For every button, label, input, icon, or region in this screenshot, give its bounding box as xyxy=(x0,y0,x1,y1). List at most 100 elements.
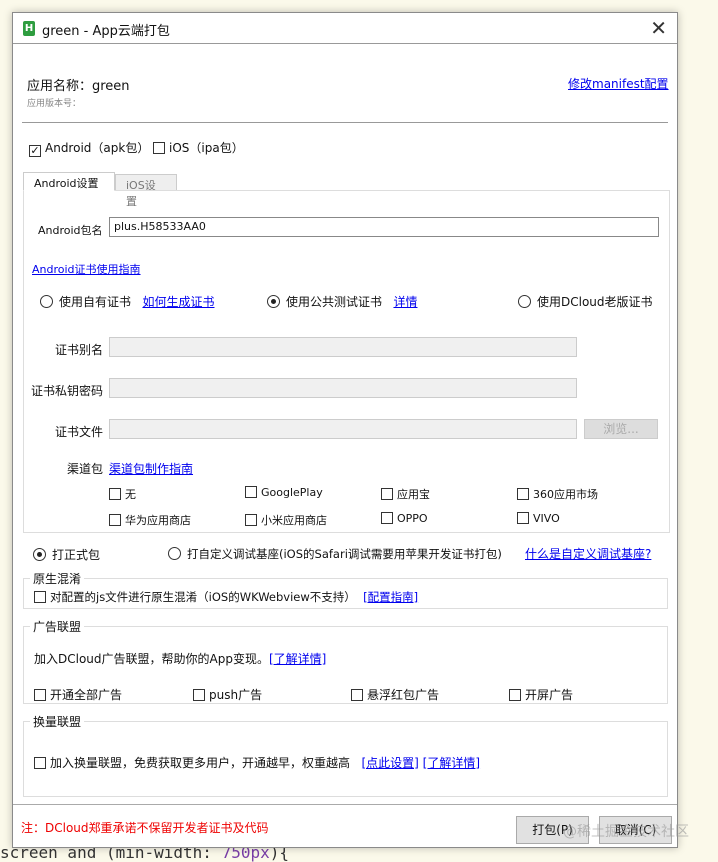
file-input[interactable] xyxy=(109,419,577,439)
alias-input[interactable] xyxy=(109,337,577,357)
channel-huawei[interactable]: 华为应用商店 xyxy=(109,512,191,528)
exchange-checkbox[interactable]: 加入换量联盟，免费获取更多用户，开通越早，权重越高 [点此设置] [了解详情] xyxy=(34,754,480,771)
checkbox-checked[interactable]: ✓ xyxy=(29,145,41,157)
channel-label: 渠道包 xyxy=(67,462,104,476)
checkbox[interactable] xyxy=(34,757,46,769)
ads-description: 加入DCloud广告联盟，帮助你的App变现。[了解详情] xyxy=(34,650,326,667)
close-icon[interactable]: ✕ xyxy=(650,16,667,40)
alias-label: 证书别名 xyxy=(54,343,103,357)
checkbox[interactable] xyxy=(517,488,529,500)
exchange-learn-more-link[interactable]: [了解详情] xyxy=(423,756,480,770)
details-link[interactable]: 详情 xyxy=(393,295,417,309)
app-version: 应用版本号： xyxy=(27,99,82,109)
group-title: 换量联盟 xyxy=(30,713,85,730)
label: 应用宝 xyxy=(397,488,430,501)
exchange-group: 换量联盟 加入换量联盟，免费获取更多用户，开通越早，权重越高 [点此设置] [了… xyxy=(23,713,668,797)
label: 360应用市场 xyxy=(533,488,598,501)
radio-selected[interactable] xyxy=(33,548,46,561)
radio[interactable] xyxy=(40,295,53,308)
channel-none[interactable]: 无 xyxy=(109,486,136,502)
android-settings-panel: Android包名 plus.H58533AA0 Android证书使用指南 使… xyxy=(23,190,670,533)
checkbox[interactable] xyxy=(109,514,121,526)
channel-xiaomi[interactable]: 小米应用商店 xyxy=(245,512,327,528)
checkbox[interactable] xyxy=(351,689,363,701)
channel-guide-link[interactable]: 渠道包制作指南 xyxy=(109,460,193,477)
radio-release-build[interactable]: 打正式包 xyxy=(33,546,100,563)
channel-360[interactable]: 360应用市场 xyxy=(517,486,598,502)
label: 使用DCloud老版证书 xyxy=(537,295,653,309)
checkbox[interactable] xyxy=(34,591,46,603)
radio[interactable] xyxy=(518,295,531,308)
text: 加入DCloud广告联盟，帮助你的App变现。 xyxy=(34,652,269,666)
label: 无 xyxy=(125,488,136,501)
checkbox[interactable] xyxy=(381,512,393,524)
group-title: 原生混淆 xyxy=(30,570,85,587)
label: 小米应用商店 xyxy=(261,514,327,527)
obfuscation-checkbox[interactable]: 对配置的js文件进行原生混淆（iOS的WKWebview不支持） [配置指南] xyxy=(34,589,418,605)
checkbox[interactable] xyxy=(109,488,121,500)
app-name: 应用名称：green xyxy=(27,79,130,94)
checkbox[interactable] xyxy=(517,512,529,524)
password-input[interactable] xyxy=(109,378,577,398)
label: 使用自有证书 xyxy=(59,295,132,309)
checkbox[interactable] xyxy=(245,514,257,526)
channel-oppo[interactable]: OPPO xyxy=(381,512,428,525)
channel-yingyongbao[interactable]: 应用宝 xyxy=(381,486,430,502)
group-title: 广告联盟 xyxy=(30,618,85,635)
ads-push[interactable]: push广告 xyxy=(193,686,262,703)
tab-ios-settings[interactable]: iOS设置 xyxy=(115,174,177,208)
label: GooglePlay xyxy=(261,486,323,499)
footer-divider xyxy=(13,804,677,805)
platform-ios[interactable]: iOS（ipa包） xyxy=(153,139,244,156)
how-to-generate-cert-link[interactable]: 如何生成证书 xyxy=(142,295,214,309)
checkbox[interactable] xyxy=(34,689,46,701)
custom-debug-base-link[interactable]: 什么是自定义调试基座? xyxy=(525,545,651,562)
exchange-settings-link[interactable]: [点此设置] xyxy=(361,756,418,770)
channel-googleplay[interactable]: GooglePlay xyxy=(245,486,323,499)
config-guide-link[interactable]: [配置指南] xyxy=(363,590,418,604)
checkbox[interactable] xyxy=(245,486,257,498)
label: 使用公共测试证书 xyxy=(286,295,383,309)
window-title: green - App云端打包 xyxy=(42,24,170,39)
ads-group: 广告联盟 加入DCloud广告联盟，帮助你的App变现。[了解详情] 开通全部广… xyxy=(23,618,668,704)
package-label: Android包名 xyxy=(38,224,103,237)
ads-learn-more-link[interactable]: [了解详情] xyxy=(269,652,326,666)
platform-android[interactable]: ✓ Android（apk包） xyxy=(29,139,149,157)
radio-public-test-cert[interactable]: 使用公共测试证书 详情 xyxy=(267,293,417,310)
label: 开屏广告 xyxy=(525,688,574,702)
ads-splash[interactable]: 开屏广告 xyxy=(509,686,573,703)
radio-own-cert[interactable]: 使用自有证书 如何生成证书 xyxy=(40,293,214,310)
obfuscation-group: 原生混淆 对配置的js文件进行原生混淆（iOS的WKWebview不支持） [配… xyxy=(23,570,668,609)
ads-floating-redpacket[interactable]: 悬浮红包广告 xyxy=(351,686,439,703)
password-label: 证书私钥密码 xyxy=(30,384,103,398)
channel-vivo[interactable]: VIVO xyxy=(517,512,560,525)
app-cloud-pack-dialog: H green - App云端打包 ✕ 应用名称：green 应用版本号： 修改… xyxy=(12,12,689,848)
ads-all[interactable]: 开通全部广告 xyxy=(34,686,122,703)
package-input[interactable]: plus.H58533AA0 xyxy=(109,217,659,237)
label: 加入换量联盟，免费获取更多用户，开通越早，权重越高 xyxy=(50,756,351,770)
footer-note: 注：DCloud郑重承诺不保留开发者证书及代码 xyxy=(21,821,269,835)
label: 华为应用商店 xyxy=(125,514,191,527)
label: 打自定义调试基座(iOS的Safari调试需要用苹果开发证书打包) xyxy=(187,547,502,561)
radio[interactable] xyxy=(168,547,181,560)
label: VIVO xyxy=(533,512,560,525)
radio-dcloud-old-cert[interactable]: 使用DCloud老版证书 xyxy=(518,293,653,310)
label: push广告 xyxy=(209,688,263,702)
checkbox[interactable] xyxy=(153,142,165,154)
checkbox[interactable] xyxy=(193,689,205,701)
label: 开通全部广告 xyxy=(50,688,123,702)
checkbox[interactable] xyxy=(381,488,393,500)
radio-custom-debug-base[interactable]: 打自定义调试基座(iOS的Safari调试需要用苹果开发证书打包) xyxy=(168,546,502,562)
tab-android-settings[interactable]: Android设置 xyxy=(23,172,115,191)
browse-button[interactable]: 浏览... xyxy=(584,419,658,439)
watermark: @稀土掘金技术社区 xyxy=(563,824,689,840)
label: OPPO xyxy=(397,512,428,525)
checkbox[interactable] xyxy=(509,689,521,701)
radio-selected[interactable] xyxy=(267,295,280,308)
label: 悬浮红包广告 xyxy=(367,688,440,702)
cert-guide-link[interactable]: Android证书使用指南 xyxy=(32,261,141,277)
edit-manifest-link[interactable]: 修改manifest配置 xyxy=(568,75,669,92)
divider xyxy=(22,122,668,123)
label: Android（apk包） xyxy=(45,141,150,155)
title-bar: H green - App云端打包 ✕ xyxy=(13,13,677,44)
